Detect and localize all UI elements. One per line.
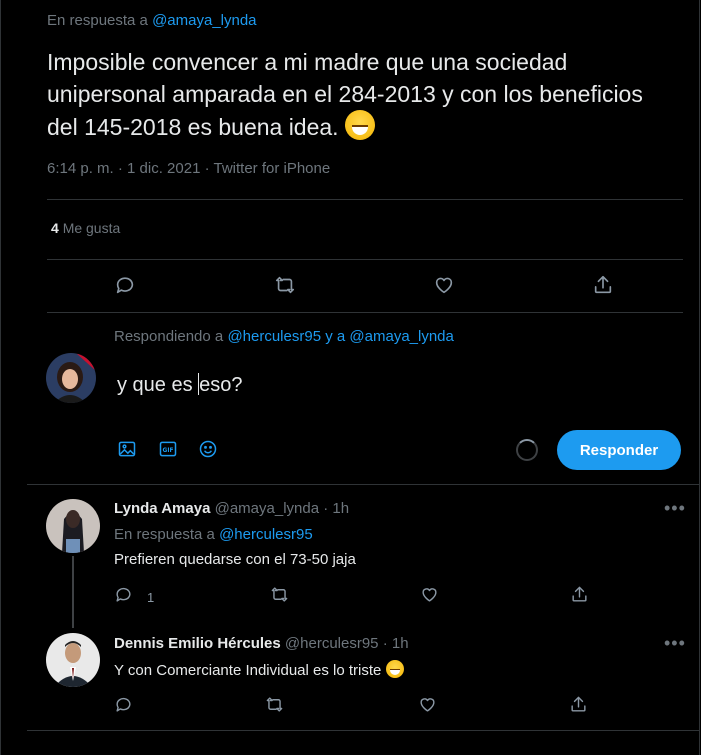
like-icon[interactable] <box>420 585 444 609</box>
reply-icon[interactable] <box>114 585 138 609</box>
retweet-icon[interactable] <box>265 695 289 719</box>
more-icon[interactable]: ••• <box>664 498 686 519</box>
reply-time[interactable]: · 1h <box>383 635 409 652</box>
reply-context: En respuesta a @herculesr95 <box>114 526 313 543</box>
reply-handle-link[interactable]: @herculesr95 <box>219 526 313 543</box>
gif-icon[interactable]: GIF <box>158 439 180 461</box>
replying-handle-1[interactable]: @herculesr95 <box>227 328 321 345</box>
share-icon[interactable] <box>570 585 594 609</box>
reply-handle-link[interactable]: @amaya_lynda <box>152 12 256 29</box>
tweet-meta: 6:14 p. m. · 1 dic. 2021 · Twitter for i… <box>47 160 331 177</box>
divider <box>47 312 683 313</box>
tweet-text: Imposible convencer a mi madre que una s… <box>47 49 643 140</box>
grinning-sweat-emoji <box>344 110 375 140</box>
reply-header: Lynda Amaya @amaya_lynda · 1h <box>114 500 349 517</box>
retweet-icon[interactable] <box>274 274 298 298</box>
reply-icon[interactable] <box>114 274 138 298</box>
reply-time[interactable]: · 1h <box>323 500 349 517</box>
image-icon[interactable] <box>117 439 139 461</box>
svg-text:GIF: GIF <box>163 448 174 454</box>
avatar[interactable] <box>46 499 100 553</box>
divider <box>47 199 683 200</box>
avatar[interactable] <box>46 633 100 687</box>
more-icon[interactable]: ••• <box>664 633 686 654</box>
like-icon[interactable] <box>418 695 442 719</box>
reply-button[interactable]: Responder <box>557 430 681 470</box>
divider <box>27 484 700 485</box>
replying-handle-2[interactable]: @amaya_lynda <box>349 328 453 345</box>
reply-count: 1 <box>147 590 155 605</box>
avatar[interactable] <box>46 353 96 403</box>
grinning-sweat-emoji <box>385 660 404 678</box>
retweet-icon[interactable] <box>270 585 294 609</box>
divider <box>27 730 700 731</box>
emoji-icon[interactable] <box>198 439 220 461</box>
divider <box>47 259 683 260</box>
likes-count[interactable]: 4 Me gusta <box>51 220 120 236</box>
reply-text: Y con Comerciante Individual es lo trist… <box>114 660 404 679</box>
share-icon[interactable] <box>592 274 616 298</box>
author-handle[interactable]: @amaya_lynda <box>215 500 319 517</box>
like-icon[interactable] <box>433 274 457 298</box>
reply-context: En respuesta a @amaya_lynda <box>47 12 257 29</box>
author-name[interactable]: Dennis Emilio Hércules <box>114 635 281 652</box>
character-counter <box>516 439 538 461</box>
thread-line <box>72 556 74 628</box>
reply-text: Prefieren quedarse con el 73-50 jaja <box>114 551 356 568</box>
author-name[interactable]: Lynda Amaya <box>114 500 210 517</box>
author-handle[interactable]: @herculesr95 <box>285 635 379 652</box>
share-icon[interactable] <box>569 695 593 719</box>
compose-input[interactable]: y que es eso? <box>117 373 243 397</box>
reply-icon[interactable] <box>114 695 138 719</box>
replying-to: Respondiendo a @herculesr95 y a @amaya_l… <box>114 328 454 345</box>
reply-header: Dennis Emilio Hércules @herculesr95 · 1h <box>114 635 409 652</box>
